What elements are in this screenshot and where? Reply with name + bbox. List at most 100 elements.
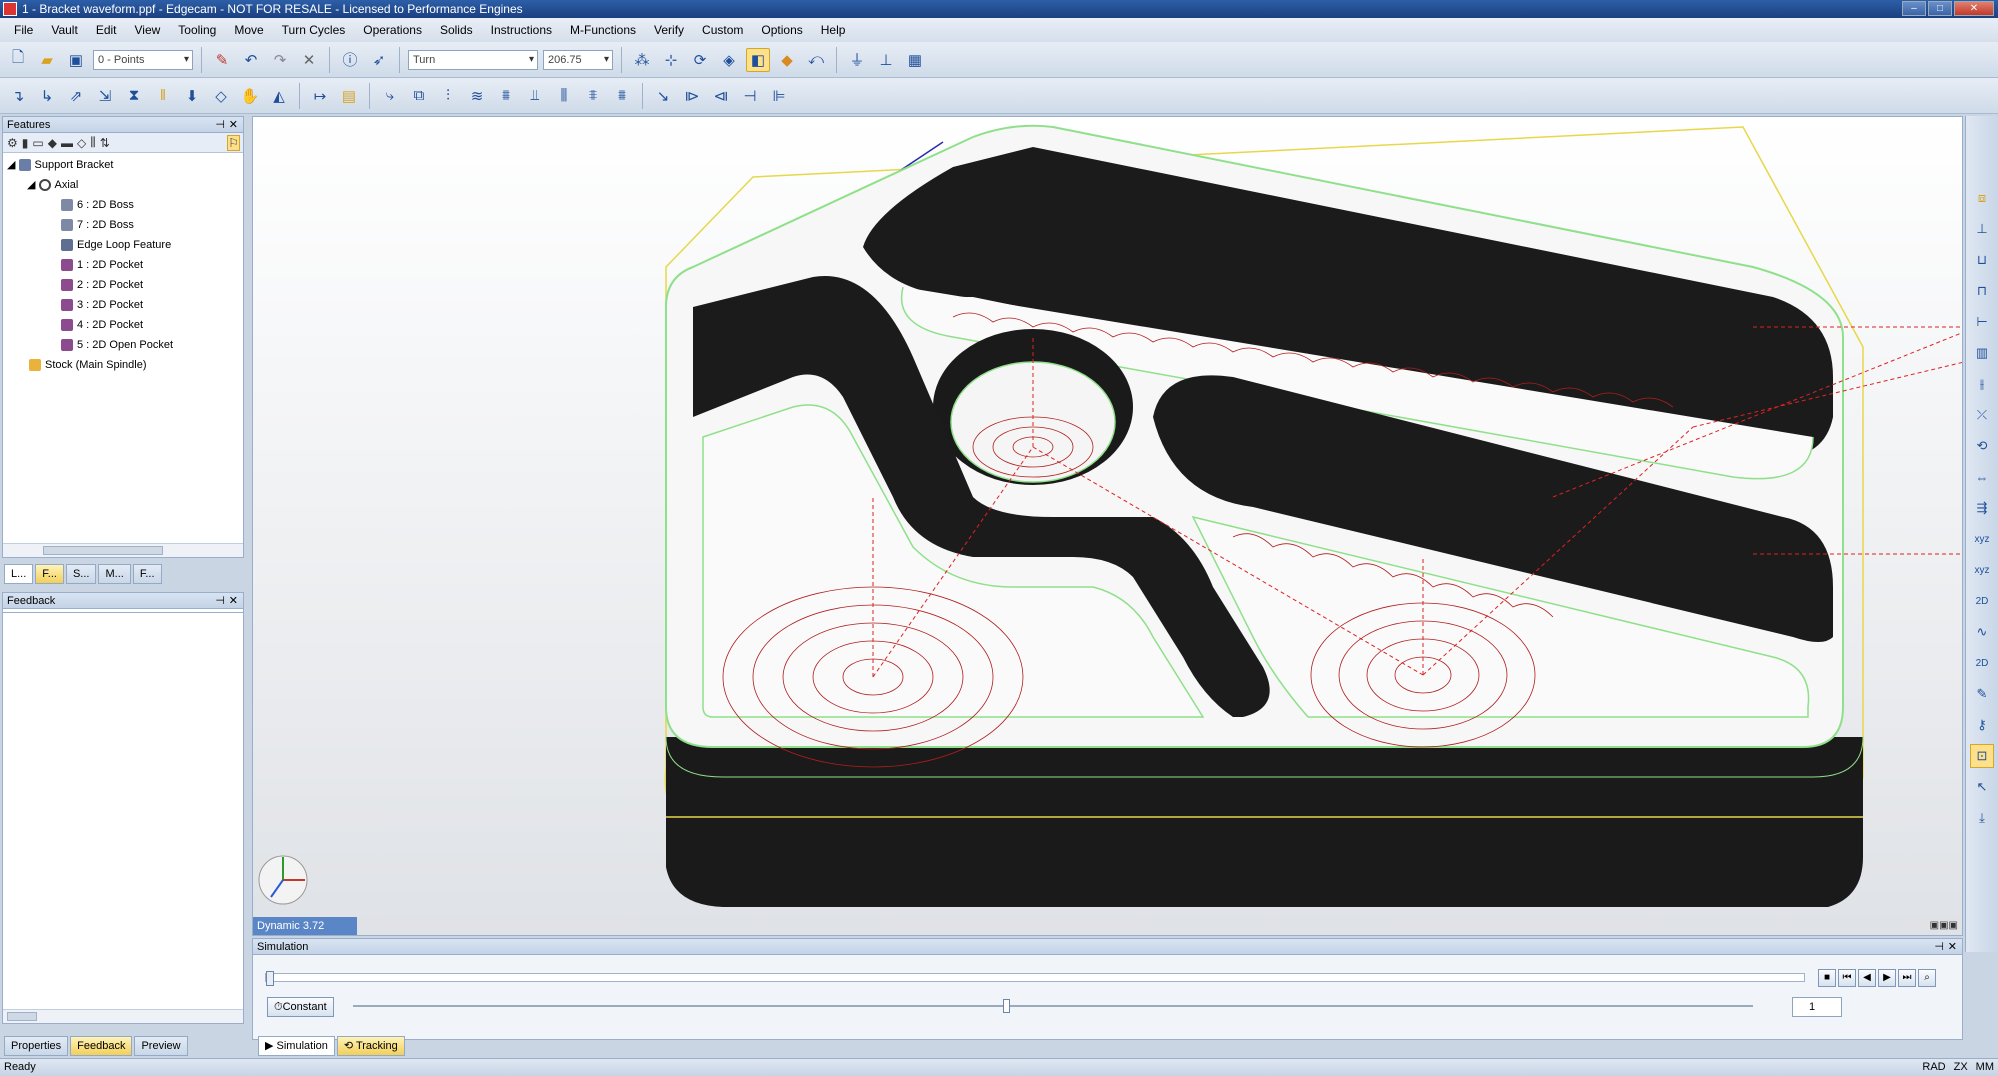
tree-node-pocket-4[interactable]: 4 : 2D Pocket [3, 315, 243, 335]
menu-move[interactable]: Move [234, 23, 263, 37]
minimize-button[interactable]: – [1902, 1, 1926, 16]
tree-node-pocket-2[interactable]: 2 : 2D Pocket [3, 275, 243, 295]
play-icon[interactable]: ▶ [1878, 969, 1896, 987]
feature-hole-icon[interactable]: ▮ [22, 136, 29, 150]
pin-icon[interactable]: ⊣ [1934, 939, 1944, 955]
stop-icon[interactable]: ■ [1818, 969, 1836, 987]
hatch-icon[interactable]: ▥ [1970, 341, 1994, 365]
redo-icon[interactable]: ↷ [268, 48, 292, 72]
feature-sort-icon[interactable]: ⇅ [100, 136, 110, 150]
offset-icon[interactable]: ⫲ [1970, 372, 1994, 396]
tree-node-pocket-3[interactable]: 3 : 2D Pocket [3, 295, 243, 315]
feed-move-icon[interactable]: ↴ [6, 84, 30, 108]
roughing-icon[interactable]: ⧉ [407, 84, 431, 108]
step-icon[interactable]: ⩩ [494, 84, 518, 108]
selected-tool-icon[interactable]: ⊡ [1970, 744, 1994, 768]
menu-edit[interactable]: Edit [96, 23, 117, 37]
scroll-thumb[interactable] [7, 1012, 37, 1021]
features-hscroll[interactable] [3, 543, 243, 557]
turn-combo[interactable]: Turn [408, 49, 538, 70]
z-level-icon[interactable]: ⫼ [552, 84, 576, 108]
mirror-icon[interactable]: ⟲ [1970, 434, 1994, 458]
close-panel-icon[interactable]: ✕ [229, 593, 238, 609]
menu-help[interactable]: Help [821, 23, 846, 37]
sim-report-icon[interactable]: ⊫ [767, 84, 791, 108]
pin-icon[interactable]: ⊣ [215, 117, 225, 133]
tab-layers[interactable]: L... [4, 564, 34, 584]
app-icon[interactable] [3, 2, 17, 16]
viewport-corner-icons[interactable]: ▣▣▣ [1930, 920, 1958, 931]
pen-icon[interactable]: ✎ [1970, 682, 1994, 706]
menu-operations[interactable]: Operations [363, 23, 422, 37]
menu-file[interactable]: File [14, 23, 33, 37]
feature-options-icon[interactable]: ⚐ [227, 134, 240, 151]
close-button[interactable]: ✕ [1954, 1, 1994, 16]
snap-point-icon[interactable]: ⊹ [659, 48, 683, 72]
speed-knob[interactable] [1003, 999, 1010, 1013]
simulation-timeline[interactable] [265, 971, 1805, 986]
profiling-icon[interactable]: ⤷ [378, 84, 402, 108]
slot-icon[interactable]: ⫶ [436, 84, 460, 108]
value-combo[interactable]: 206.75 [543, 49, 613, 70]
sim-end-icon[interactable]: ⊣ [738, 84, 762, 108]
shaded-view-icon[interactable]: ◧ [746, 47, 770, 72]
key-icon[interactable]: ⚷ [1970, 713, 1994, 737]
axis-icon[interactable]: ⊥ [874, 48, 898, 72]
close-panel-icon[interactable]: ✕ [229, 117, 238, 133]
edge-icon[interactable]: ⤓ [1970, 806, 1994, 830]
redraw-icon[interactable]: ⤺ [804, 48, 828, 72]
arc-icon[interactable]: ⊓ [1970, 279, 1994, 303]
face-mill-icon[interactable]: ⬇ [180, 84, 204, 108]
tree-node-support-bracket[interactable]: ◢ Support Bracket [3, 155, 243, 175]
pencil-mill-icon[interactable]: ⩨ [581, 84, 605, 108]
rotate-icon[interactable]: ⇔ [1970, 465, 1994, 489]
constant-button[interactable]: ⏱Constant [267, 997, 334, 1017]
sim-start-icon[interactable]: ⧐ [680, 84, 704, 108]
fast-forward-icon[interactable]: ⏭ [1898, 969, 1916, 987]
menu-view[interactable]: View [135, 23, 161, 37]
grid-icon[interactable]: ▦ [903, 48, 927, 72]
maximize-button[interactable]: □ [1928, 1, 1952, 16]
pin-icon[interactable]: ⊣ [215, 593, 225, 609]
timeline-knob[interactable] [266, 971, 274, 986]
tab-preview[interactable]: Preview [134, 1036, 188, 1056]
tab-simulation[interactable]: ▶ Simulation [258, 1036, 335, 1056]
undo-icon[interactable]: ↶ [239, 48, 263, 72]
tab-features[interactable]: F... [35, 564, 64, 584]
hidden-line-icon[interactable]: ◆ [775, 48, 799, 72]
copy-icon[interactable]: ⇶ [1970, 496, 1994, 520]
tab-favorites[interactable]: F... [132, 564, 162, 584]
menu-options[interactable]: Options [761, 23, 802, 37]
2d-icon[interactable]: 2D [1970, 589, 1994, 613]
xyz-point-icon[interactable]: xyz [1970, 527, 1994, 551]
menu-turn-cycles[interactable]: Turn Cycles [282, 23, 346, 37]
scroll-thumb[interactable] [43, 546, 163, 555]
menu-instructions[interactable]: Instructions [491, 23, 552, 37]
tree-node-edge-loop[interactable]: Edge Loop Feature [3, 235, 243, 255]
step-back-icon[interactable]: ◀ [1858, 969, 1876, 987]
feature-pocket-icon[interactable]: ▭ [32, 136, 43, 150]
save-icon[interactable]: ▣ [64, 48, 88, 72]
delete-icon[interactable]: ✕ [297, 48, 321, 72]
help-pointer-icon[interactable]: ➶ [367, 48, 391, 72]
rapid-move-icon[interactable]: ↳ [35, 84, 59, 108]
menu-solids[interactable]: Solids [440, 23, 473, 37]
tab-feedback[interactable]: Feedback [70, 1036, 133, 1056]
curve-icon[interactable]: ∿ [1970, 620, 1994, 644]
tree-node-axial[interactable]: ◢ Axial [3, 175, 243, 195]
graphics-viewport[interactable]: Dynamic 3.72 ▣▣▣ [252, 116, 1963, 936]
view-dir-icon[interactable]: ◈ [717, 48, 741, 72]
tab-properties[interactable]: Properties [4, 1036, 69, 1056]
new-file-icon[interactable]: 🗋 [6, 48, 30, 72]
menu-custom[interactable]: Custom [702, 23, 743, 37]
zoom-icon[interactable]: ⌕ [1918, 969, 1936, 987]
chamfer-icon[interactable]: ◇ [209, 84, 233, 108]
hole-table-icon[interactable]: ▤ [337, 84, 361, 108]
verify-icon[interactable]: ↘ [651, 84, 675, 108]
drill-icon[interactable]: ⇗ [64, 84, 88, 108]
tree-node-open-pocket-5[interactable]: 5 : 2D Open Pocket [3, 335, 243, 355]
properties-brush-icon[interactable]: ✎ [210, 48, 234, 72]
arrow-icon[interactable]: ↖ [1970, 775, 1994, 799]
menu-m-functions[interactable]: M-Functions [570, 23, 636, 37]
sim-step-icon[interactable]: ⧏ [709, 84, 733, 108]
